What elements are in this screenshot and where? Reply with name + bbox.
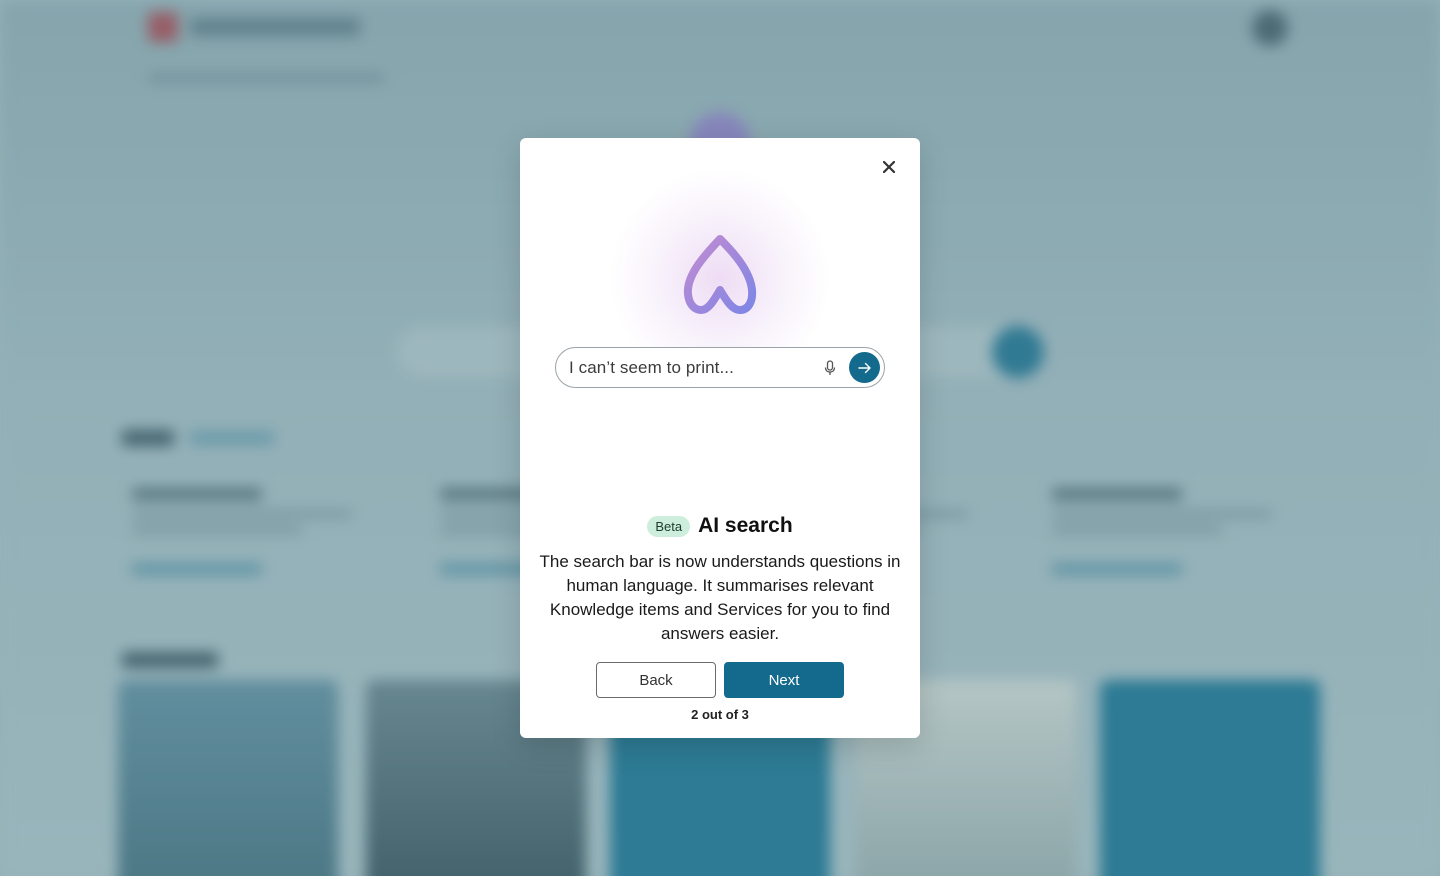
modal-title: AI search (698, 514, 793, 537)
ai-flame-icon (683, 235, 757, 314)
beta-badge: Beta (647, 515, 691, 537)
close-icon (883, 161, 895, 173)
microphone-icon (821, 358, 839, 378)
step-indicator: 2 out of 3 (691, 707, 749, 722)
demo-search-query: I can’t seem to print... (569, 357, 734, 377)
arrow-right-icon (857, 362, 871, 373)
modal-actions: Back Next (520, 662, 920, 698)
close-button[interactable] (878, 156, 900, 178)
demo-search-bar: I can’t seem to print... (555, 347, 885, 388)
next-button[interactable]: Next (724, 662, 844, 698)
modal-description: The search bar is now understands questi… (539, 552, 901, 643)
demo-search-submit (849, 352, 880, 383)
ai-search-onboarding-modal: I can’t seem to print... Beta AI search … (520, 138, 920, 738)
modal-title-row: Beta AI search (520, 514, 920, 538)
back-button[interactable]: Back (596, 662, 716, 698)
